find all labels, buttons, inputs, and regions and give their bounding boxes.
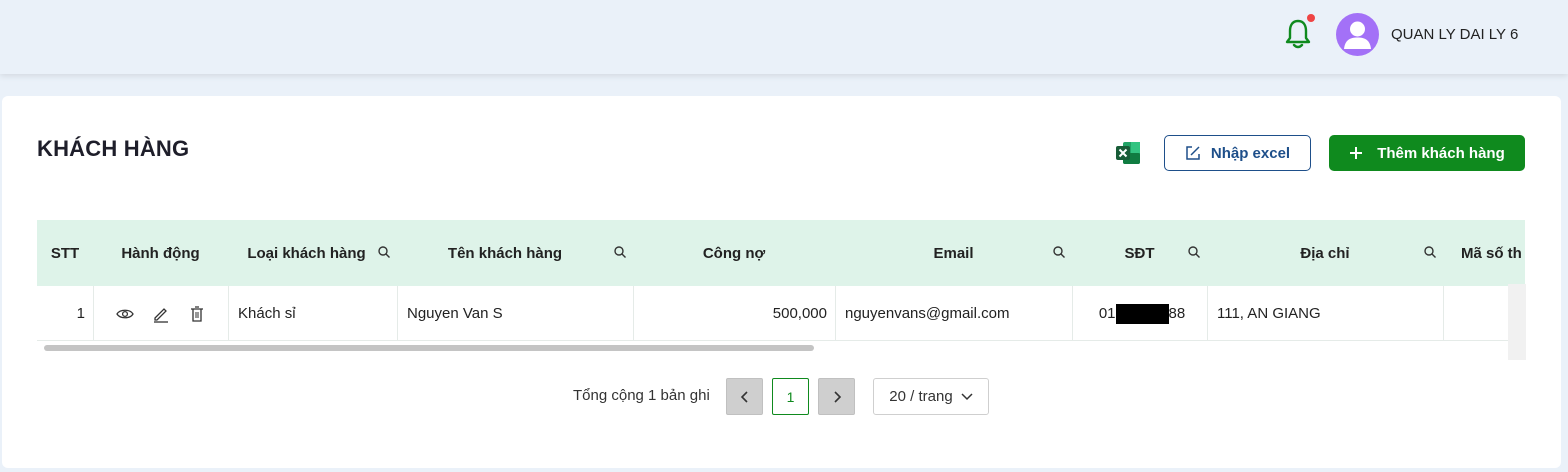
total-records-text: Tổng cộng 1 bản ghi xyxy=(573,387,710,404)
user-icon xyxy=(1344,21,1371,49)
table-header: STT Hành động Loại khách hàng Tên khách … xyxy=(37,220,1525,286)
cell-customer-name: Nguyen Van S xyxy=(397,286,633,341)
prev-page-button[interactable] xyxy=(726,378,763,415)
edit-square-icon xyxy=(1186,146,1200,160)
phone-suffix: 88 xyxy=(1168,305,1186,322)
page-size-select[interactable]: 20 / trang xyxy=(873,378,989,415)
view-icon[interactable] xyxy=(116,305,134,323)
add-customer-button[interactable]: Thêm khách hàng xyxy=(1329,135,1525,171)
column-header-debt: Công nợ xyxy=(702,244,766,262)
chevron-left-icon xyxy=(740,390,748,403)
column-header-customer-type: Loại khách hàng xyxy=(228,220,397,286)
main-card: KHÁCH HÀNG Nhập excel Thêm khách hàng ST… xyxy=(2,96,1561,468)
add-customer-label: Thêm khách hàng xyxy=(1377,144,1505,162)
vertical-scrollbar[interactable] xyxy=(1508,284,1526,360)
edit-icon[interactable] xyxy=(152,305,170,323)
next-page-button[interactable] xyxy=(818,378,855,415)
page-title: KHÁCH HÀNG xyxy=(37,136,190,161)
search-icon[interactable] xyxy=(377,245,391,259)
top-bar: QUAN LY DAI LY 6 xyxy=(0,0,1568,74)
notification-dot xyxy=(1307,14,1315,22)
search-icon[interactable] xyxy=(1423,245,1437,259)
chevron-down-icon xyxy=(961,392,973,400)
cell-stt: 1 xyxy=(76,305,85,322)
notification-bell-icon[interactable] xyxy=(1283,18,1313,50)
cell-phone: 01 88 xyxy=(1072,286,1207,341)
table-row[interactable]: 1 Khách sỉ Nguyen Van S 500,000 nguyenva… xyxy=(37,286,1525,341)
column-header-email: Email xyxy=(835,220,1072,286)
cell-customer-type: Khách sỉ xyxy=(228,286,397,341)
column-header-actions: Hành động xyxy=(121,244,200,262)
cell-address: 111, AN GIANG xyxy=(1207,286,1443,341)
import-excel-button[interactable]: Nhập excel xyxy=(1164,135,1311,171)
column-header-phone: SĐT xyxy=(1072,220,1207,286)
plus-icon xyxy=(1350,147,1363,159)
page-1-button[interactable]: 1 xyxy=(772,378,809,415)
chevron-right-icon xyxy=(833,390,841,403)
username[interactable]: QUAN LY DAI LY 6 xyxy=(1391,26,1518,43)
search-icon[interactable] xyxy=(613,245,627,259)
import-excel-label: Nhập excel xyxy=(1210,144,1291,162)
search-icon[interactable] xyxy=(1187,245,1201,259)
column-header-stt: STT xyxy=(50,244,80,262)
column-header-tax-code: Mã số th xyxy=(1461,244,1522,262)
avatar[interactable] xyxy=(1336,13,1379,56)
cell-debt: 500,000 xyxy=(633,286,835,341)
page-size-value: 20 / trang xyxy=(889,388,953,405)
column-header-customer-name: Tên khách hàng xyxy=(397,220,633,286)
horizontal-scrollbar[interactable] xyxy=(37,342,1525,351)
delete-icon[interactable] xyxy=(188,305,206,323)
redacted-block xyxy=(1115,303,1169,324)
scrollbar-thumb[interactable] xyxy=(44,345,814,351)
customer-table: STT Hành động Loại khách hàng Tên khách … xyxy=(37,220,1525,360)
cell-email: nguyenvans@gmail.com xyxy=(835,286,1072,341)
search-icon[interactable] xyxy=(1052,245,1066,259)
column-header-address: Địa chỉ xyxy=(1207,220,1443,286)
excel-icon[interactable] xyxy=(1115,141,1141,165)
cell-actions xyxy=(93,286,228,341)
phone-prefix: 01 xyxy=(1098,305,1116,322)
